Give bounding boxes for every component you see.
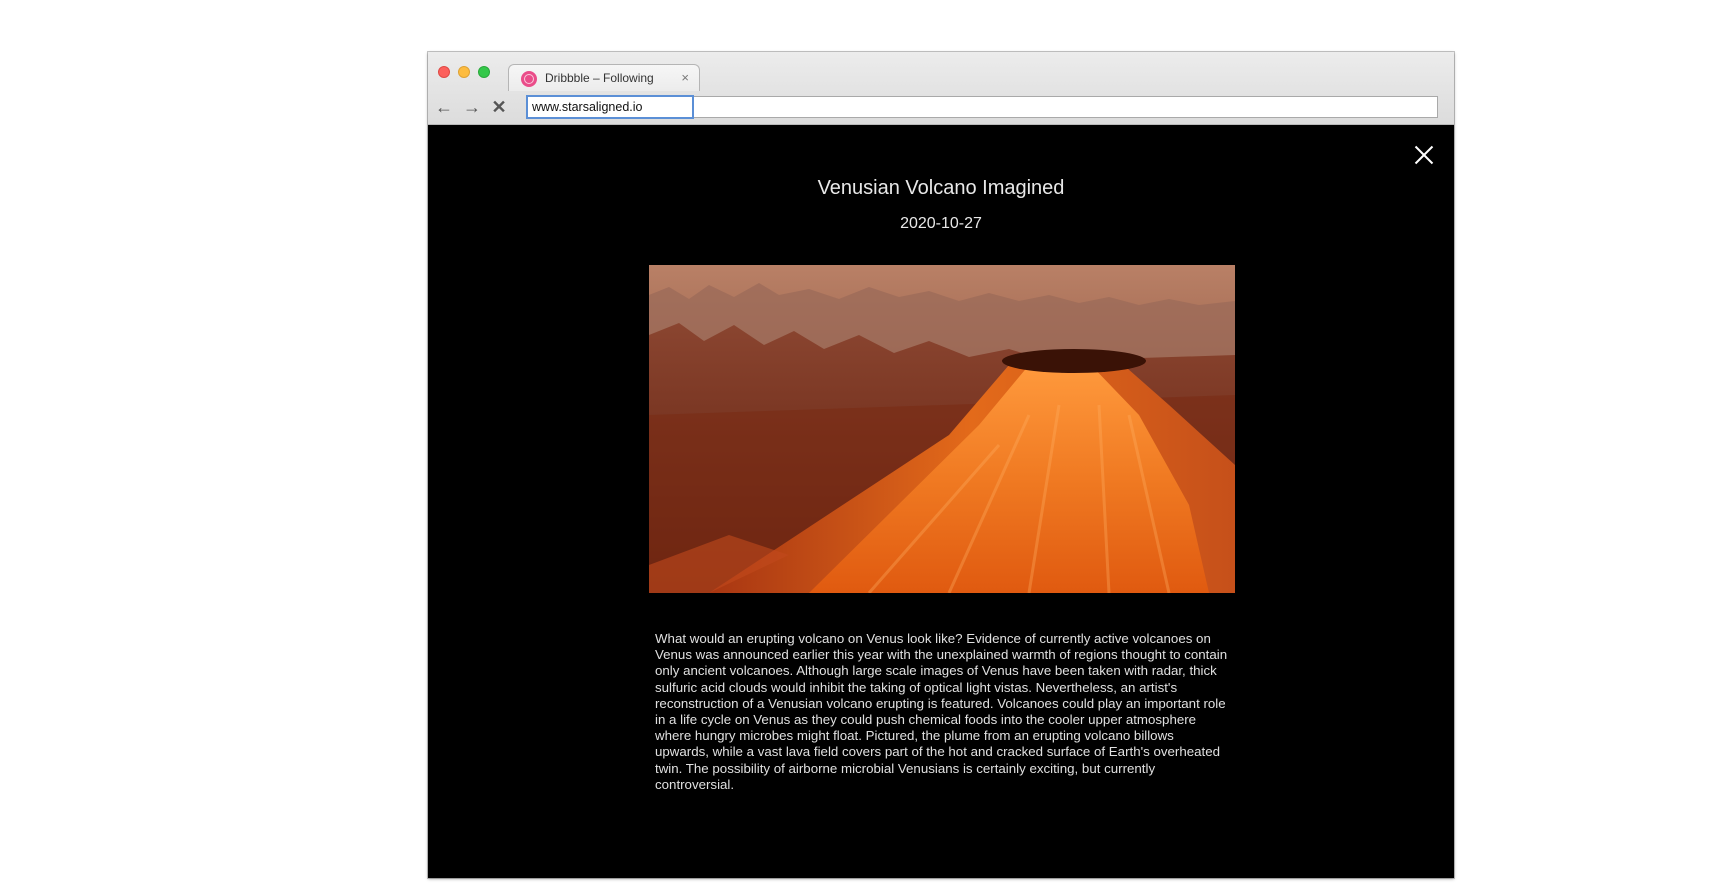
description-text: What would an erupting volcano on Venus …: [655, 631, 1228, 792]
dribbble-icon: [521, 71, 537, 87]
page-date: 2020-10-27: [900, 215, 982, 232]
tab-close-button[interactable]: ×: [681, 70, 689, 85]
volcano-illustration: [649, 265, 1235, 593]
stop-icon[interactable]: ✕: [489, 98, 509, 116]
browser-chrome: Dribbble – Following × ← → ✕ www.starsal…: [428, 52, 1454, 125]
back-arrow-icon[interactable]: ←: [434, 98, 454, 116]
tab-title: Dribbble – Following: [545, 71, 654, 85]
url-field[interactable]: www.starsaligned.io: [526, 95, 694, 119]
page-title: Venusian Volcano Imagined: [817, 177, 1065, 199]
browser-window: Dribbble – Following × ← → ✕ www.starsal…: [428, 52, 1454, 878]
window-controls: [438, 66, 490, 78]
close-window-button[interactable]: [438, 66, 450, 78]
forward-arrow-icon[interactable]: →: [462, 98, 482, 116]
minimize-window-button[interactable]: [458, 66, 470, 78]
volcano-image: [649, 265, 1235, 593]
tab-bar: Dribbble – Following ×: [428, 52, 1454, 91]
page-content: Venusian Volcano Imagined 2020-10-27 Wha…: [428, 125, 1454, 878]
maximize-window-button[interactable]: [478, 66, 490, 78]
browser-tab[interactable]: Dribbble – Following ×: [508, 64, 700, 91]
close-icon[interactable]: [1414, 145, 1434, 165]
